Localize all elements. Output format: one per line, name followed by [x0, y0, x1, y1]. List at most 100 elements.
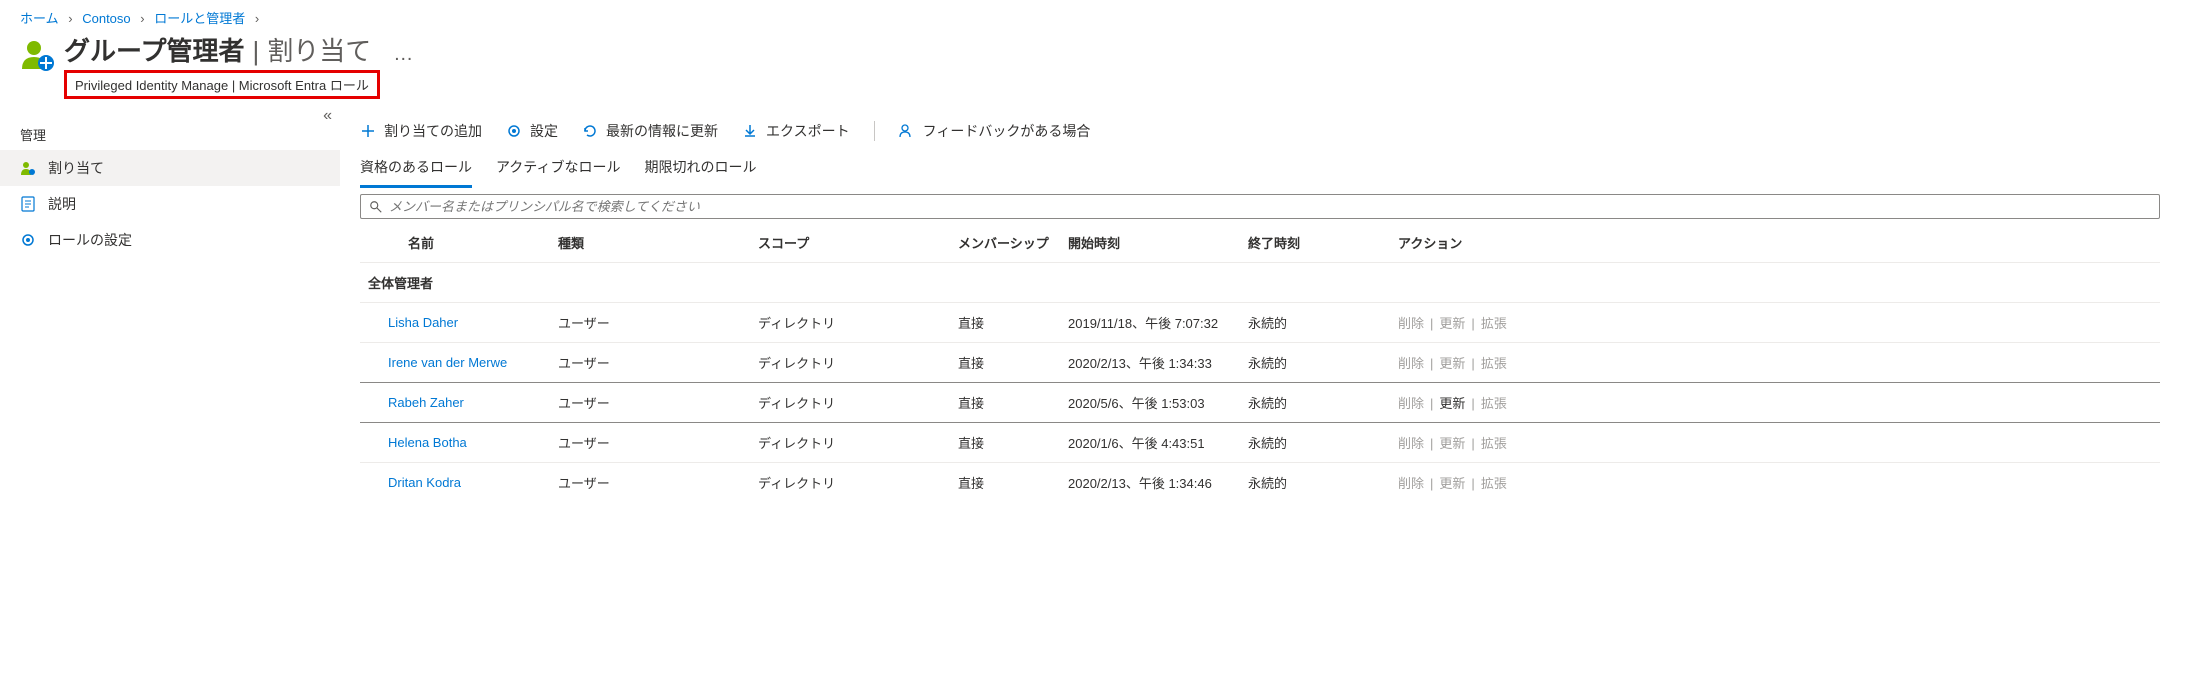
settings-button[interactable]: 設定: [506, 121, 558, 141]
row-actions: 削除|更新|拡張: [1390, 423, 2160, 463]
feedback-button[interactable]: フィードバックがある場合: [899, 121, 1091, 141]
row-name-link[interactable]: Helena Botha: [388, 435, 467, 450]
row-type: ユーザー: [550, 343, 750, 383]
breadcrumb-roles[interactable]: ロールと管理者: [154, 11, 245, 26]
row-end: 永続的: [1240, 383, 1390, 423]
row-actions: 削除|更新|拡張: [1390, 303, 2160, 343]
update-action[interactable]: 更新: [1439, 316, 1465, 331]
breadcrumb-home[interactable]: ホーム: [20, 11, 59, 26]
row-start: 2020/2/13、午後 1:34:46: [1060, 463, 1240, 503]
page-title: グループ管理者: [64, 31, 244, 68]
row-scope: ディレクトリ: [750, 303, 950, 343]
row-name-link[interactable]: Lisha Daher: [388, 315, 458, 330]
toolbar-label: 最新の情報に更新: [606, 121, 718, 141]
row-membership: 直接: [950, 343, 1060, 383]
row-name-link[interactable]: Dritan Kodra: [388, 475, 461, 490]
delete-action[interactable]: 削除: [1398, 396, 1424, 411]
row-name-link[interactable]: Irene van der Merwe: [388, 355, 507, 370]
more-icon[interactable]: …: [393, 43, 413, 66]
row-membership: 直接: [950, 463, 1060, 503]
delete-action[interactable]: 削除: [1398, 436, 1424, 451]
refresh-button[interactable]: 最新の情報に更新: [582, 121, 718, 141]
row-end: 永続的: [1240, 423, 1390, 463]
sidebar-item-assignments[interactable]: 割り当て: [0, 150, 340, 186]
sidebar-item-role-settings[interactable]: ロールの設定: [0, 222, 340, 258]
toolbar-label: エクスポート: [766, 121, 850, 141]
col-membership[interactable]: メンバーシップ: [950, 223, 1060, 263]
group-admin-icon: [20, 37, 56, 73]
row-type: ユーザー: [550, 383, 750, 423]
table-row[interactable]: Dritan Kodra ユーザーディレクトリ直接2020/2/13、午後 1:3…: [360, 463, 2160, 503]
row-scope: ディレクトリ: [750, 343, 950, 383]
row-start: 2020/2/13、午後 1:34:33: [1060, 343, 1240, 383]
col-name[interactable]: 名前: [360, 223, 550, 263]
toolbar-separator: [874, 121, 875, 141]
group-row: 全体管理者: [360, 263, 2160, 303]
doc-icon: [20, 196, 36, 212]
row-membership: 直接: [950, 423, 1060, 463]
row-scope: ディレクトリ: [750, 423, 950, 463]
export-button[interactable]: エクスポート: [742, 121, 850, 141]
search-box[interactable]: [360, 194, 2160, 219]
col-type[interactable]: 種類: [550, 223, 750, 263]
tab-active-roles[interactable]: アクティブなロール: [496, 151, 620, 188]
assignments-table: 名前 種類 スコープ メンバーシップ 開始時刻 終了時刻 アクション 全体管理者…: [360, 223, 2160, 502]
search-icon: [369, 200, 383, 214]
update-action[interactable]: 更新: [1439, 356, 1465, 371]
main-content: 割り当ての追加 設定 最新の情報に更新 エクスポート フィードバックがある場合: [340, 107, 2209, 502]
toolbar: 割り当ての追加 設定 最新の情報に更新 エクスポート フィードバックがある場合: [360, 115, 2189, 151]
row-start: 2020/5/6、午後 1:53:03: [1060, 383, 1240, 423]
row-actions: 削除|更新|拡張: [1390, 463, 2160, 503]
sidebar-item-label: 説明: [48, 194, 76, 214]
subtitle-highlight: Privileged Identity Manage | Microsoft E…: [64, 70, 380, 99]
update-action[interactable]: 更新: [1439, 476, 1465, 491]
breadcrumb-contoso[interactable]: Contoso: [82, 11, 130, 26]
row-end: 永続的: [1240, 343, 1390, 383]
breadcrumb: ホーム › Contoso › ロールと管理者 ›: [0, 0, 2209, 31]
delete-action[interactable]: 削除: [1398, 476, 1424, 491]
extend-action[interactable]: 拡張: [1481, 316, 1507, 331]
col-scope[interactable]: スコープ: [750, 223, 950, 263]
toolbar-label: 設定: [530, 121, 558, 141]
collapse-sidebar-icon[interactable]: «: [323, 107, 332, 125]
search-input[interactable]: [389, 199, 2151, 214]
chevron-right-icon: ›: [68, 11, 72, 26]
tab-expired-roles[interactable]: 期限切れのロール: [644, 151, 756, 188]
row-end: 永続的: [1240, 463, 1390, 503]
chevron-right-icon: ›: [255, 11, 259, 26]
table-row[interactable]: Helena Bothaユーザーディレクトリ直接2020/1/6、午後 4:43…: [360, 423, 2160, 463]
refresh-icon: [582, 123, 598, 139]
extend-action[interactable]: 拡張: [1481, 396, 1507, 411]
add-assignment-button[interactable]: 割り当ての追加: [360, 121, 482, 141]
row-name-link[interactable]: Rabeh Zaher: [388, 395, 464, 410]
sidebar-item-description[interactable]: 説明: [0, 186, 340, 222]
user-icon: [20, 160, 36, 176]
sidebar: « 管理 割り当て 説明 ロールの設定: [0, 107, 340, 502]
row-type: ユーザー: [550, 303, 750, 343]
row-scope: ディレクトリ: [750, 463, 950, 503]
col-end[interactable]: 終了時刻: [1240, 223, 1390, 263]
download-icon: [742, 123, 758, 139]
tabs: 資格のあるロール アクティブなロール 期限切れのロール: [360, 151, 2189, 188]
col-start[interactable]: 開始時刻: [1060, 223, 1240, 263]
page-title-sub: 割り当て: [267, 31, 371, 68]
sidebar-item-label: 割り当て: [48, 158, 104, 178]
delete-action[interactable]: 削除: [1398, 316, 1424, 331]
extend-action[interactable]: 拡張: [1481, 356, 1507, 371]
update-action[interactable]: 更新: [1439, 436, 1465, 451]
toolbar-label: フィードバックがある場合: [923, 121, 1091, 141]
table-row[interactable]: Irene van der Merwe ユーザーディレクトリ直接2020/2/13…: [360, 343, 2160, 383]
page-header: グループ管理者 | 割り当て … Privileged Identity Man…: [0, 31, 2209, 107]
row-start: 2020/1/6、午後 4:43:51: [1060, 423, 1240, 463]
row-actions: 削除|更新|拡張: [1390, 383, 2160, 423]
col-action[interactable]: アクション: [1390, 223, 2160, 263]
delete-action[interactable]: 削除: [1398, 356, 1424, 371]
table-row[interactable]: Rabeh Zaherユーザーディレクトリ直接2020/5/6、午後 1:53:…: [360, 383, 2160, 423]
extend-action[interactable]: 拡張: [1481, 436, 1507, 451]
tab-eligible-roles[interactable]: 資格のあるロール: [360, 151, 472, 188]
update-action[interactable]: 更新: [1439, 396, 1465, 411]
row-type: ユーザー: [550, 463, 750, 503]
gear-icon: [20, 232, 36, 248]
table-row[interactable]: Lisha Daherユーザーディレクトリ直接2019/11/18、午後 7:0…: [360, 303, 2160, 343]
extend-action[interactable]: 拡張: [1481, 476, 1507, 491]
